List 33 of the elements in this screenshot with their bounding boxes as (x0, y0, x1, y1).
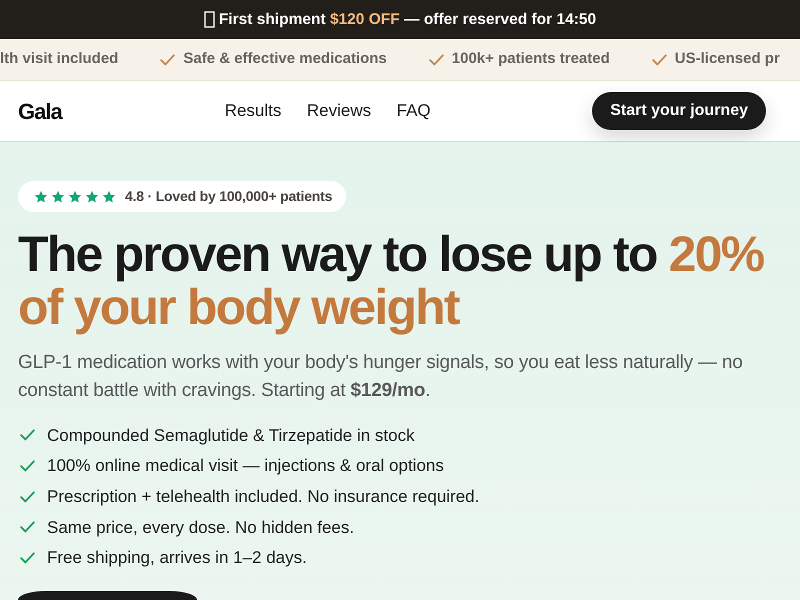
trust-point-text: lth visit included (0, 49, 118, 70)
nav-link[interactable]: Results (224, 98, 282, 124)
trust-point-text: US-licensed pr (674, 49, 780, 70)
logo[interactable]: Gala (18, 94, 62, 128)
hero-heading: The proven way to lose up to 20% of your body weight (18, 228, 765, 334)
start-journey-button[interactable]: Start your journey (592, 92, 766, 130)
rating-text: 4.8 · Loved by 100,000+ patients (125, 187, 332, 206)
check-icon (20, 521, 35, 534)
benefit-text: 100% online medical visit — injections & oral options (47, 455, 444, 478)
star-icon (85, 190, 99, 204)
cta-button[interactable] (18, 591, 197, 600)
check-icon (160, 54, 176, 66)
hero-subtitle: GLP-1 medication works with your body's hunger signals, so you eat less naturally — no constant battle with cravings. Starting at $129/mo. (18, 351, 744, 403)
check-icon (20, 460, 35, 472)
star-icon (102, 190, 116, 204)
empty-box-icon (204, 11, 215, 28)
benefit-text: Prescription + telehealth included. No insurance required. (47, 486, 480, 508)
benefit-text: Compounded Semaglutide & Tirzepatide in stock (47, 424, 415, 447)
star-icon (68, 190, 82, 204)
announcement-text: First shipment $120 OFF — offer reserved for 14:50 (218, 10, 596, 30)
nav-link[interactable]: FAQ (396, 98, 431, 124)
trust-point-text: Safe & effective medications (183, 49, 387, 70)
trust-point-text: 100k+ patients treated (452, 49, 610, 70)
star-icon (34, 190, 48, 204)
check-icon (20, 552, 35, 564)
check-icon (652, 54, 667, 66)
check-icon (20, 429, 35, 442)
benefit-text: Free shipping, arrives in 1–2 days. (47, 547, 307, 570)
star-icon (51, 190, 65, 204)
check-icon (20, 490, 35, 503)
check-icon (428, 54, 444, 66)
nav-link[interactable]: Reviews (306, 98, 372, 124)
benefit-text: Same price, every dose. No hidden fees. (47, 516, 354, 539)
